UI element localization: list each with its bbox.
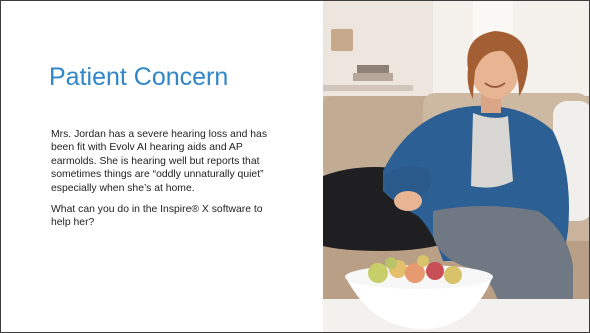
patient-photo-illustration — [323, 1, 589, 332]
slide: Patient Concern Mrs. Jordan has a severe… — [0, 0, 590, 333]
paragraph-scenario: Mrs. Jordan has a severe hearing loss an… — [51, 129, 268, 194]
slide-title: Patient Concern — [49, 63, 229, 91]
text-panel: Patient Concern Mrs. Jordan has a severe… — [1, 1, 323, 332]
paragraph-question: What can you do in the Inspire® X softwa… — [51, 204, 263, 229]
patient-photo — [323, 1, 589, 332]
plant-pot — [331, 29, 353, 51]
slide-body: Mrs. Jordan has a severe hearing loss an… — [51, 128, 283, 238]
fruit — [368, 263, 388, 283]
books — [353, 73, 393, 81]
